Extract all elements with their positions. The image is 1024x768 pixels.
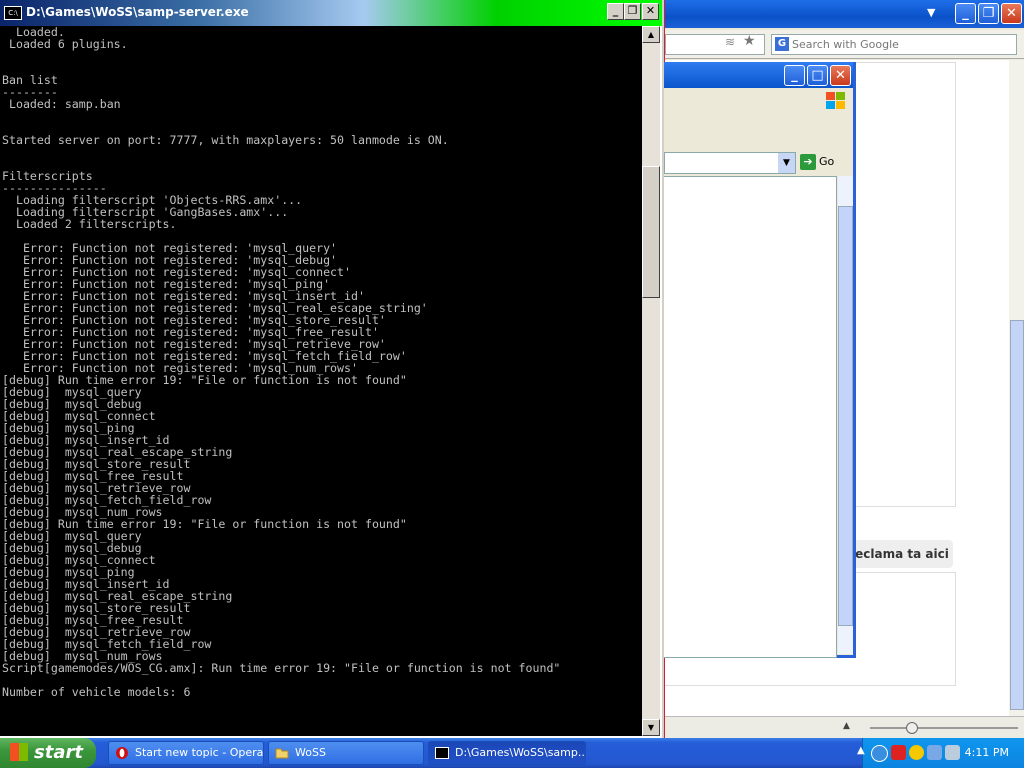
go-label: Go: [819, 155, 835, 168]
console-close-button[interactable]: ✕: [642, 3, 659, 20]
search-placeholder: Search with Google: [792, 38, 899, 51]
dialog-scrollbar[interactable]: [838, 176, 853, 654]
address-combo[interactable]: ▼: [664, 152, 796, 174]
rss-icon[interactable]: ≋: [725, 35, 735, 49]
search-input[interactable]: G Search with Google: [771, 34, 1017, 55]
console-title: D:\Games\WoSS\samp-server.exe: [26, 5, 249, 19]
zoom-slider-knob[interactable]: [906, 722, 918, 734]
system-tray: ▲ 4:11 PM: [857, 738, 1024, 768]
dialog-minimize-button[interactable]: _: [784, 65, 805, 86]
console-line: Started server on port: 7777, with maxpl…: [2, 133, 449, 147]
task-console[interactable]: D:\Games\WoSS\samp...: [428, 741, 586, 765]
console-line: Loaded: samp.ban: [2, 97, 121, 111]
tray-back-icon[interactable]: [871, 745, 888, 762]
browser-scrollbar[interactable]: [1009, 60, 1024, 716]
dialog-titlebar: _ □ ✕: [664, 62, 853, 88]
task-label: Start new topic - Opera: [135, 746, 264, 759]
console-line: Script[gamemodes/WOS_CG.amx]: Run time e…: [2, 661, 561, 675]
network-icon[interactable]: [927, 745, 942, 760]
browser-restore-button[interactable]: ❐: [978, 3, 999, 24]
bookmark-star-icon[interactable]: ★: [743, 33, 756, 49]
scroll-up-icon[interactable]: ▲: [642, 26, 660, 43]
chevron-down-icon[interactable]: ▼: [927, 6, 935, 19]
browser-close-button[interactable]: ✕: [1001, 3, 1022, 24]
opera-icon: [116, 747, 128, 759]
console-window: C:\ D:\Games\WoSS\samp-server.exe _ ❐ ✕ …: [0, 0, 662, 740]
zoom-slider[interactable]: [870, 722, 1018, 734]
scroll-down-icon[interactable]: ▼: [642, 719, 660, 736]
go-arrow-icon: ➔: [800, 154, 816, 170]
console-titlebar: C:\ D:\Games\WoSS\samp-server.exe _ ❐ ✕: [0, 0, 662, 26]
dialog-content: [664, 176, 837, 658]
shield-icon[interactable]: [891, 745, 906, 760]
start-label: start: [34, 742, 83, 763]
windows-flag-icon: [10, 743, 28, 761]
taskbar: start Start new topic - Opera WoSS D:\Ga…: [0, 738, 1024, 768]
console-line: Number of vehicle models: 6: [2, 685, 191, 699]
browser-minimize-button[interactable]: _: [955, 3, 976, 24]
google-icon: G: [775, 37, 789, 51]
dialog-maximize-button[interactable]: □: [807, 65, 828, 86]
browser-titlebar: ▼ _ ❐ ✕: [665, 0, 1024, 28]
console-scrollbar[interactable]: ▲ ▼: [642, 26, 660, 736]
volume-icon[interactable]: [945, 745, 960, 760]
scrollbar-thumb[interactable]: [1010, 320, 1024, 710]
scrollbar-thumb[interactable]: [838, 206, 853, 626]
go-button[interactable]: ➔ Go: [800, 152, 844, 172]
scrollbar-thumb[interactable]: [642, 166, 660, 298]
task-label: D:\Games\WoSS\samp...: [455, 746, 586, 759]
chevron-down-icon[interactable]: ▼: [778, 153, 795, 173]
console-icon: [435, 747, 449, 759]
dialog-close-button[interactable]: ✕: [830, 65, 851, 86]
console-minimize-button[interactable]: _: [607, 3, 624, 20]
task-woss-folder[interactable]: WoSS: [268, 741, 424, 765]
console-text: Loaded. Loaded 6 plugins. Ban list -----…: [0, 26, 642, 698]
clock: 4:11 PM: [964, 746, 1009, 759]
ad-button[interactable]: eclama ta aici: [851, 540, 953, 568]
tray-arrow-icon[interactable]: ▲: [857, 745, 865, 756]
start-button[interactable]: start: [0, 738, 96, 768]
console-line: Loaded 2 filterscripts.: [2, 217, 177, 231]
scroll-up-icon[interactable]: ▲: [843, 721, 850, 731]
console-output: Loaded. Loaded 6 plugins. Ban list -----…: [0, 26, 642, 736]
dialog-window: _ □ ✕ ▼ ➔ Go: [664, 62, 856, 658]
folder-icon: [275, 748, 289, 759]
console-line: Loaded 6 plugins.: [2, 37, 128, 51]
console-restore-button[interactable]: ❐: [624, 3, 641, 20]
console-icon[interactable]: C:\: [4, 6, 22, 20]
windows-logo-icon: [826, 92, 845, 109]
task-label: WoSS: [295, 746, 326, 759]
task-opera[interactable]: Start new topic - Opera: [108, 741, 264, 765]
smiley-icon[interactable]: [909, 745, 924, 760]
browser-statusbar: ▲: [665, 716, 1024, 738]
